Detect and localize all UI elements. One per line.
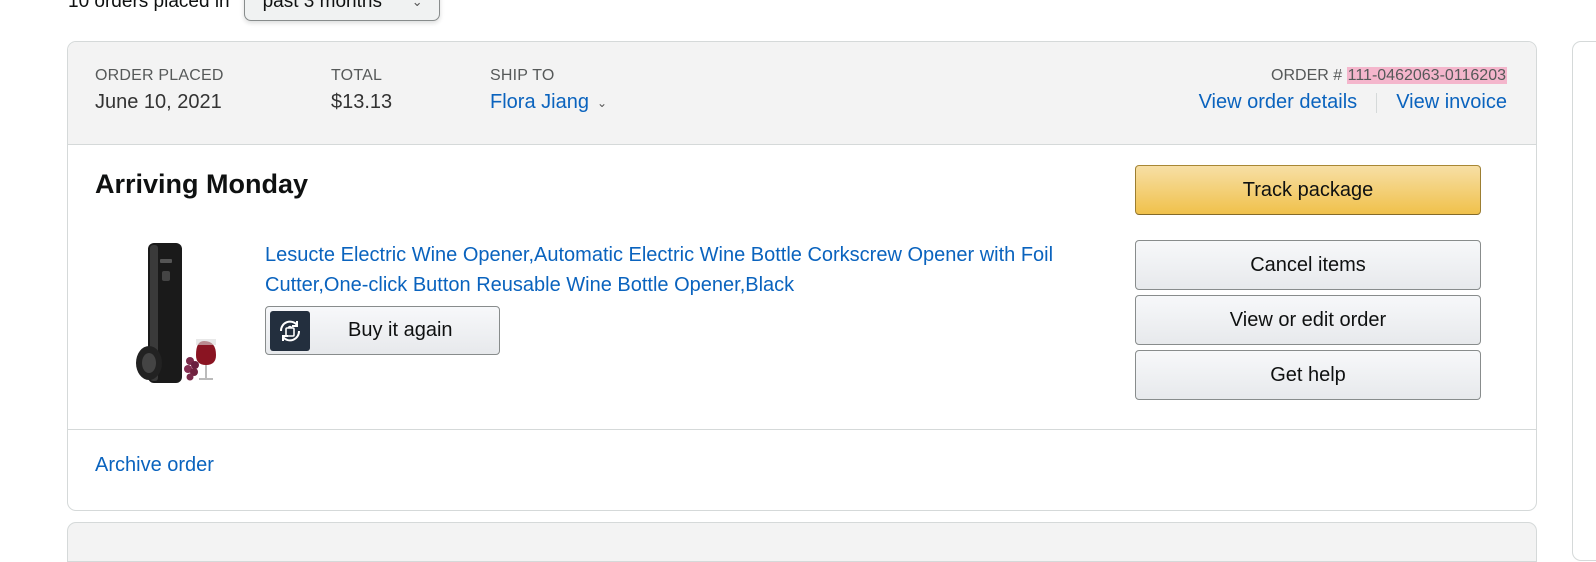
ship-to-col: SHIP TO Flora Jiang ⌄: [490, 67, 607, 114]
order-links: View order details View invoice: [1199, 91, 1507, 114]
order-placed-date: June 10, 2021: [95, 91, 222, 113]
view-edit-order-button[interactable]: View or edit order: [1135, 295, 1481, 345]
ship-to-label: SHIP TO: [490, 67, 555, 84]
buy-it-again-button[interactable]: Buy it again: [265, 306, 500, 355]
buy-again-icon: [270, 310, 310, 351]
right-panel-edge: [1572, 41, 1596, 561]
order-total-label: TOTAL: [331, 67, 383, 84]
order-total-value: $13.13: [331, 91, 393, 113]
view-invoice-link[interactable]: View invoice: [1396, 91, 1507, 114]
product-image[interactable]: [126, 241, 226, 386]
track-package-button[interactable]: Track package: [1135, 165, 1481, 215]
get-help-button[interactable]: Get help: [1135, 350, 1481, 400]
order-footer: Archive order: [68, 430, 1536, 510]
next-order-card: [67, 522, 1537, 562]
time-range-value: past 3 months: [262, 0, 382, 12]
order-number-col: ORDER # 111-0462063-0116203 View order d…: [1199, 67, 1507, 114]
archive-order-link[interactable]: Archive order: [95, 454, 214, 477]
time-range-select[interactable]: past 3 months ⌄: [243, 0, 440, 21]
product-title-link[interactable]: Lesucte Electric Wine Opener,Automatic E…: [265, 240, 1105, 300]
buy-it-again-label: Buy it again: [348, 319, 453, 341]
orders-filter-row: 10 orders placed in past 3 months ⌄: [68, 0, 440, 22]
chevron-down-icon: ⌄: [596, 95, 607, 110]
order-placed-label: ORDER PLACED: [95, 67, 224, 84]
order-number-label: ORDER #: [1271, 67, 1343, 84]
link-divider: [1376, 92, 1378, 113]
order-number-value: 111-0462063-0116203: [1346, 67, 1507, 84]
order-total-col: TOTAL $13.13: [331, 67, 392, 114]
order-body: Arriving Monday Lesucte Electric Wine Op…: [68, 145, 1536, 430]
ship-to-name: Flora Jiang: [490, 91, 589, 113]
cancel-items-button[interactable]: Cancel items: [1135, 240, 1481, 290]
shipment-status: Arriving Monday: [95, 169, 309, 199]
chevron-down-icon: ⌄: [411, 0, 423, 9]
order-placed-col: ORDER PLACED June 10, 2021: [95, 67, 224, 114]
view-order-details-link[interactable]: View order details: [1199, 91, 1358, 114]
order-card: ORDER PLACED June 10, 2021 TOTAL $13.13 …: [67, 41, 1537, 511]
ship-to-link[interactable]: Flora Jiang ⌄: [490, 91, 607, 114]
orders-count-text: 10 orders placed in: [68, 0, 230, 12]
order-number-line: ORDER # 111-0462063-0116203: [1199, 67, 1507, 85]
order-header: ORDER PLACED June 10, 2021 TOTAL $13.13 …: [68, 42, 1536, 145]
